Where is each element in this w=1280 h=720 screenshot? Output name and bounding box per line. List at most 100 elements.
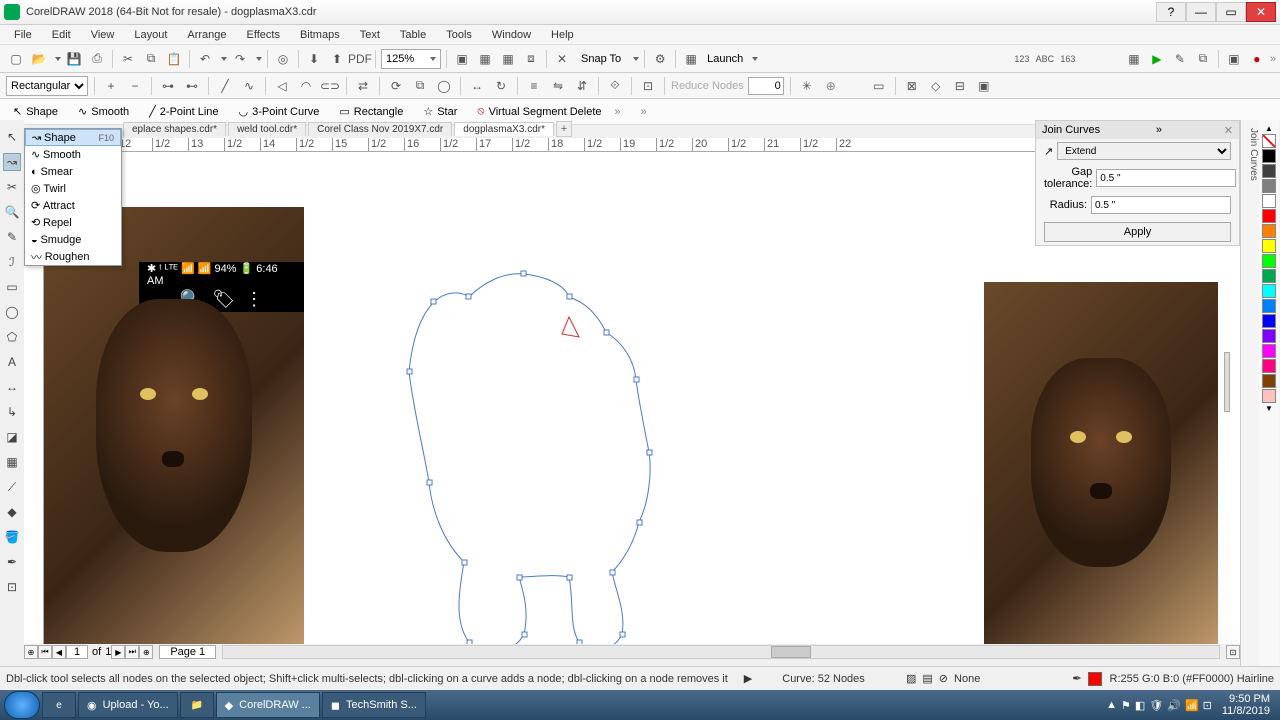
- flyout-roughen[interactable]: 〰 Roughen: [25, 248, 121, 265]
- traced-curve-object[interactable]: [374, 262, 714, 644]
- flyout-smear[interactable]: ◐ Smear: [25, 163, 121, 180]
- rotate-nodes-button[interactable]: ↻: [491, 76, 511, 96]
- doc-tab-1[interactable]: eplace shapes.cdr*: [123, 122, 226, 136]
- smart-numbers-icon[interactable]: 123: [1012, 49, 1032, 69]
- color-swatch[interactable]: [1262, 254, 1276, 268]
- toolbar-overflow[interactable]: »: [1270, 53, 1274, 65]
- doc-tab-4[interactable]: dogplasmaX3.cdr*: [454, 122, 554, 136]
- outline-tool[interactable]: ✒: [3, 553, 21, 571]
- menu-text[interactable]: Text: [352, 28, 388, 42]
- color-swatch[interactable]: [1262, 389, 1276, 403]
- outline-color-swatch[interactable]: [1088, 672, 1102, 686]
- parallel-dim-tool[interactable]: ↔: [3, 378, 21, 396]
- flyout-twirl[interactable]: ◎ Twirl: [25, 180, 121, 197]
- gap-tolerance-input[interactable]: [1096, 169, 1236, 187]
- delete-node-button[interactable]: −: [125, 76, 145, 96]
- preset-overflow-2[interactable]: »: [641, 106, 645, 118]
- preset-3pt-curve[interactable]: ◡3-Point Curve: [232, 103, 327, 120]
- page-tab-1[interactable]: Page 1: [159, 645, 216, 659]
- taskbar-ie[interactable]: e: [42, 692, 76, 718]
- tray-icon[interactable]: 📶: [1185, 699, 1199, 712]
- macros-button[interactable]: ⧉: [1193, 49, 1213, 69]
- horizontal-scrollbar[interactable]: [222, 645, 1220, 659]
- menu-file[interactable]: File: [6, 28, 40, 42]
- proof-colors-icon[interactable]: ▨: [906, 672, 916, 685]
- system-tray[interactable]: ▲ ⚑ ◧ 🛡 🔊 📶 ⊡ 9:50 PM 11/8/2019: [1106, 693, 1276, 717]
- palette-scroll-down[interactable]: ▼: [1265, 404, 1273, 413]
- flyout-attract[interactable]: ⟳ Attract: [25, 197, 121, 214]
- reduce-nodes-input[interactable]: [748, 77, 784, 95]
- drop-shadow-tool[interactable]: ◪: [3, 428, 21, 446]
- print-button[interactable]: ⎙: [87, 49, 107, 69]
- artistic-media-tool[interactable]: ℐ: [3, 253, 21, 271]
- reflect-h-button[interactable]: ⇋: [548, 76, 568, 96]
- minimize-button[interactable]: —: [1186, 2, 1216, 22]
- polygon-tool[interactable]: ⬠: [3, 328, 21, 346]
- flyout-smudge[interactable]: ◒ Smudge: [25, 231, 121, 248]
- crop-tool[interactable]: ✂: [3, 178, 21, 196]
- color-swatch[interactable]: [1262, 329, 1276, 343]
- color-swatch[interactable]: [1262, 149, 1276, 163]
- zoom-tool[interactable]: 🔍: [3, 203, 21, 221]
- save-button[interactable]: 💾: [64, 49, 84, 69]
- interactive-fill-tool[interactable]: ◆: [3, 503, 21, 521]
- navigator-button[interactable]: ⊡: [1226, 645, 1240, 659]
- palette-scroll-up[interactable]: ▲: [1265, 124, 1273, 133]
- rec-dot-icon[interactable]: ●: [1247, 49, 1267, 69]
- menu-arrange[interactable]: Arrange: [179, 28, 234, 42]
- page-add-after-button[interactable]: ⊕: [139, 645, 153, 659]
- xd-icon[interactable]: ▣: [974, 76, 994, 96]
- menu-edit[interactable]: Edit: [44, 28, 79, 42]
- table-icon[interactable]: ▦: [1124, 49, 1144, 69]
- menu-effects[interactable]: Effects: [239, 28, 288, 42]
- xa-icon[interactable]: ⊠: [902, 76, 922, 96]
- ellipse-tool[interactable]: ◯: [3, 303, 21, 321]
- start-button[interactable]: [4, 691, 40, 719]
- color-swatch[interactable]: [1262, 269, 1276, 283]
- color-swatch[interactable]: [1262, 374, 1276, 388]
- flyout-smooth[interactable]: ∿ Smooth: [25, 146, 121, 163]
- copy-button[interactable]: ⧉: [141, 49, 161, 69]
- export-button[interactable]: ⬆: [327, 49, 347, 69]
- smooth-node-button[interactable]: ◠: [296, 76, 316, 96]
- page-prev-button[interactable]: ◀: [52, 645, 66, 659]
- extract-subpath-button[interactable]: ⧉: [410, 76, 430, 96]
- cusp-node-button[interactable]: ◁: [272, 76, 292, 96]
- page-next-button[interactable]: ▶: [111, 645, 125, 659]
- apply-button[interactable]: Apply: [1044, 222, 1231, 242]
- menu-window[interactable]: Window: [484, 28, 539, 42]
- zoom-level-combo[interactable]: 125%: [381, 49, 441, 69]
- stop-rec-button[interactable]: ▣: [1224, 49, 1244, 69]
- preset-rectangle[interactable]: ▭Rectangle: [332, 103, 410, 120]
- tray-icon[interactable]: ⊡: [1203, 699, 1212, 712]
- help-context-button[interactable]: ?: [1156, 2, 1186, 22]
- color-swatch[interactable]: [1262, 299, 1276, 313]
- to-curve-button[interactable]: ∿: [239, 76, 259, 96]
- align-nodes-button[interactable]: ≡: [524, 76, 544, 96]
- color-swatch[interactable]: [1262, 194, 1276, 208]
- snap-to-dropdown[interactable]: Snap To: [575, 53, 627, 65]
- add-node-button[interactable]: +: [101, 76, 121, 96]
- color-swatch[interactable]: [1262, 284, 1276, 298]
- preset-virtual-segment[interactable]: ⦸Virtual Segment Delete: [470, 103, 608, 120]
- selection-mode-combo[interactable]: Rectangular: [6, 76, 88, 96]
- smart-fill-tool[interactable]: 🪣: [3, 528, 21, 546]
- abc-icon[interactable]: ABC: [1035, 49, 1055, 69]
- pick-tool[interactable]: ↖: [3, 128, 21, 146]
- fullscreen-button[interactable]: ▣: [452, 49, 472, 69]
- reverse-direction-button[interactable]: ⇄: [353, 76, 373, 96]
- elastic-mode-button[interactable]: ⟐: [605, 76, 625, 96]
- redo-button[interactable]: ↷: [230, 49, 250, 69]
- new-doc-tab-button[interactable]: +: [556, 121, 572, 137]
- tray-icon[interactable]: 🔊: [1167, 699, 1181, 712]
- record-macro-button[interactable]: ✎: [1170, 49, 1190, 69]
- show-rulers-button[interactable]: ▦: [475, 49, 495, 69]
- menu-table[interactable]: Table: [392, 28, 434, 42]
- to-line-button[interactable]: ╱: [215, 76, 235, 96]
- show-grid-button[interactable]: ▦: [498, 49, 518, 69]
- menu-help[interactable]: Help: [543, 28, 582, 42]
- extend-curve-button[interactable]: ⟳: [386, 76, 406, 96]
- outline-pen-icon[interactable]: ✒: [1072, 672, 1081, 685]
- stretch-nodes-button[interactable]: ↔: [467, 76, 487, 96]
- taskbar-chrome[interactable]: ◉Upload - Yo...: [78, 692, 178, 718]
